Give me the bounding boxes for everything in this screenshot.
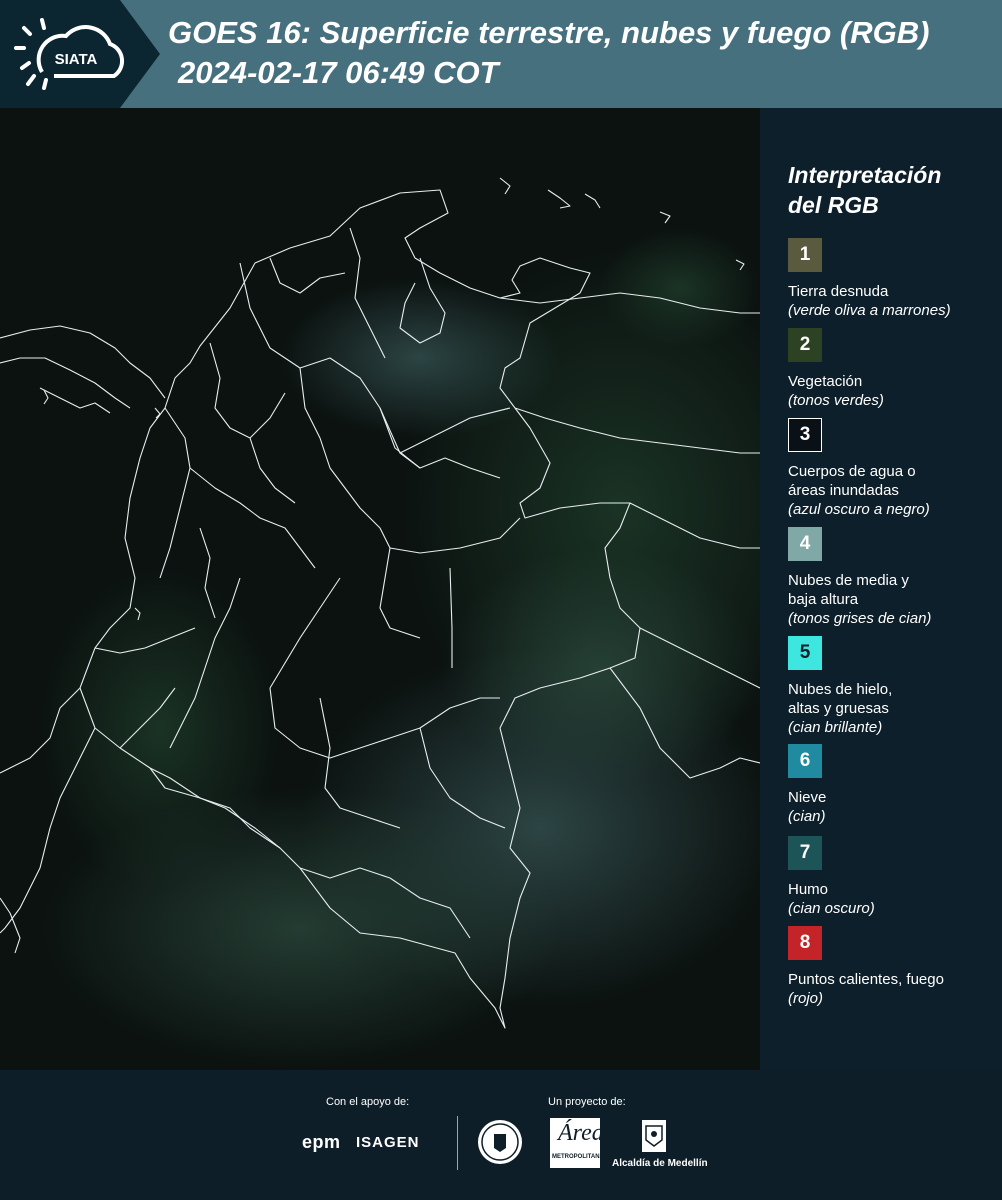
legend-item: 1 Tierra desnuda (verde oliva a marrones) bbox=[788, 238, 998, 320]
legend-item: 4 Nubes de media y baja altura (tonos gris… bbox=[788, 527, 998, 628]
legend-item: 7 Humo (cian oscuro) bbox=[788, 836, 998, 918]
legend-item-label: Vegetación bbox=[788, 373, 863, 390]
legend-item-sub: (azul oscuro a negro) bbox=[788, 501, 930, 518]
footer: Con el apoyo de: Un proyecto de: epm ISA… bbox=[0, 1070, 1002, 1200]
legend-item: 3 Cuerpos de agua o áreas inundadas (azul … bbox=[788, 418, 998, 519]
legend-item: 6 Nieve (cian) bbox=[788, 744, 998, 826]
legend-item-label: Tierra desnuda bbox=[788, 283, 889, 300]
university-seal-icon[interactable] bbox=[476, 1118, 524, 1166]
legend-item-sub: (verde oliva a marrones) bbox=[788, 302, 951, 319]
legend-item-label: Nieve bbox=[788, 789, 827, 806]
legend-item-label: Humo bbox=[788, 881, 829, 898]
legend-title: Interpretación del RGB bbox=[788, 162, 942, 218]
footer-divider bbox=[457, 1116, 458, 1170]
legend-item-sub: (cian oscuro) bbox=[788, 900, 875, 917]
legend-swatch: 6 bbox=[788, 744, 822, 778]
map-svg bbox=[0, 108, 760, 1070]
legend-swatch: 8 bbox=[788, 926, 822, 960]
legend-item-sub: (tonos grises de cian) bbox=[788, 610, 932, 627]
isagen-logo[interactable]: ISAGEN bbox=[356, 1134, 420, 1151]
alcaldia-label: Alcaldía de Medellín bbox=[612, 1158, 708, 1169]
legend-swatch: 1 bbox=[788, 238, 822, 272]
legend-item-sub: (cian) bbox=[788, 808, 826, 825]
area-metropolitana-logo[interactable]: Área METROPOLITANA bbox=[550, 1118, 604, 1168]
area-logo-small: METROPOLITANA bbox=[552, 1154, 604, 1160]
siata-logo-icon[interactable]: SIATA bbox=[14, 14, 126, 94]
legend-item-sub: (cian brillante) bbox=[788, 719, 883, 736]
legend-item-sub: (tonos verdes) bbox=[788, 392, 884, 409]
legend-item: 2 Vegetación (tonos verdes) bbox=[788, 328, 998, 410]
project-label: Un proyecto de: bbox=[548, 1096, 626, 1108]
legend-item: 8 Puntos calientes, fuego (rojo) bbox=[788, 926, 998, 1008]
support-label: Con el apoyo de: bbox=[326, 1096, 410, 1108]
legend-item-sub: (rojo) bbox=[788, 990, 824, 1007]
satellite-map[interactable] bbox=[0, 108, 760, 1070]
logo-text: SIATA bbox=[55, 51, 98, 68]
page-timestamp: 2024-02-17 06:49 COT bbox=[178, 55, 499, 90]
epm-logo[interactable]: epm bbox=[302, 1132, 341, 1153]
area-logo-big: Área bbox=[558, 1120, 604, 1146]
header: SIATA GOES 16: Superficie terrestre, nub… bbox=[0, 0, 1002, 108]
legend-item-label: Nubes de media y baja altura bbox=[788, 572, 909, 608]
legend-panel: Interpretación del RGB 1 Tierra desnuda (v… bbox=[788, 160, 998, 1007]
legend-swatch: 7 bbox=[788, 836, 822, 870]
legend-swatch: 4 bbox=[788, 527, 822, 561]
legend-item-label: Cuerpos de agua o áreas inundadas bbox=[788, 463, 916, 499]
legend-item: 5 Nubes de hielo, altas y gruesas (cian br… bbox=[788, 636, 998, 737]
legend-swatch: 5 bbox=[788, 636, 822, 670]
legend-item-label: Nubes de hielo, altas y gruesas bbox=[788, 681, 893, 717]
alcaldia-shield-icon[interactable] bbox=[640, 1118, 668, 1154]
page-title: GOES 16: Superficie terrestre, nubes y f… bbox=[168, 15, 930, 50]
legend-item-label: Puntos calientes, fuego bbox=[788, 971, 944, 988]
legend-swatch: 3 bbox=[788, 418, 822, 452]
legend-swatch: 2 bbox=[788, 328, 822, 362]
